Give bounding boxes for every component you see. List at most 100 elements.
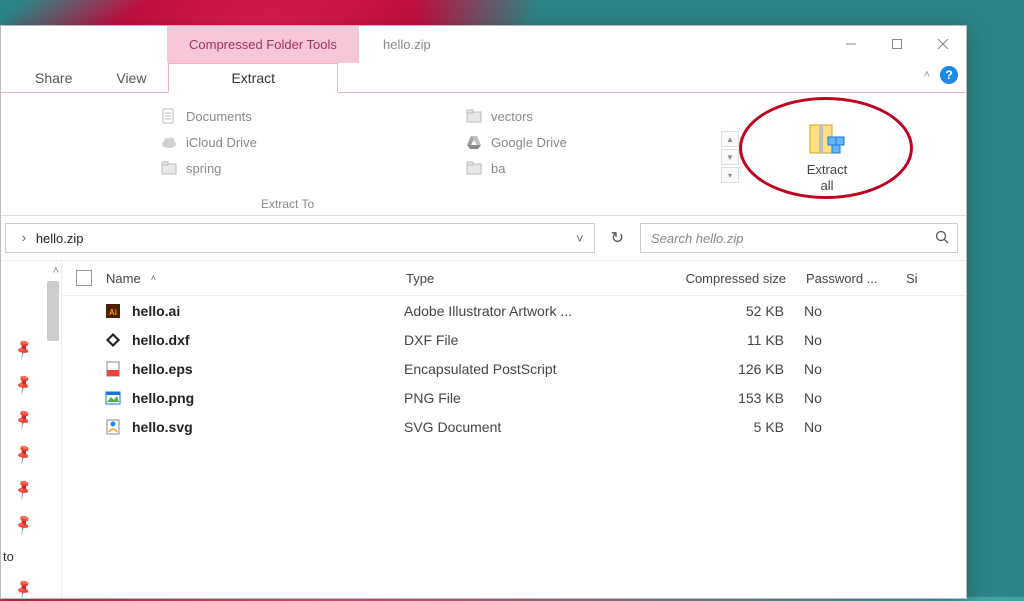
file-name: hello.eps xyxy=(132,361,404,377)
column-header-name[interactable]: Name˄ xyxy=(106,271,406,286)
help-button[interactable]: ? xyxy=(940,66,958,84)
gallery-scroll: ▲ ▼ ▾ xyxy=(721,99,739,215)
chevron-down-icon: ˅ xyxy=(576,231,584,246)
tab-view[interactable]: View xyxy=(94,64,168,92)
extract-all-label: Extractall xyxy=(807,162,847,193)
file-row[interactable]: hello.svgSVG Document5 KBNo xyxy=(62,412,966,441)
titlebar: Compressed Folder Tools hello.zip xyxy=(1,26,966,62)
svg-text:Ai: Ai xyxy=(109,308,117,317)
column-header-size[interactable]: Si xyxy=(906,271,966,286)
file-type: Encapsulated PostScript xyxy=(404,361,624,377)
file-compressed-size: 11 KB xyxy=(624,332,804,348)
nav-item-label: to xyxy=(3,549,14,564)
destination-label: ba xyxy=(491,161,505,176)
eps-file-icon xyxy=(104,360,122,378)
folder-icon xyxy=(465,159,483,177)
file-type: SVG Document xyxy=(404,419,624,435)
minimize-button[interactable] xyxy=(828,26,874,62)
close-button[interactable] xyxy=(920,26,966,62)
gallery-up-button[interactable]: ▲ xyxy=(721,131,739,147)
file-compressed-size: 153 KB xyxy=(624,390,804,406)
extract-destination-item[interactable]: Google Drive xyxy=(461,131,701,153)
file-compressed-size: 126 KB xyxy=(624,361,804,377)
maximize-button[interactable] xyxy=(874,26,920,62)
file-password: No xyxy=(804,303,904,319)
pin-icon: 📌 xyxy=(12,338,36,362)
file-compressed-size: 5 KB xyxy=(624,419,804,435)
file-row[interactable]: hello.dxfDXF File11 KBNo xyxy=(62,325,966,354)
destination-label: vectors xyxy=(491,109,533,124)
address-dropdown-button[interactable]: ˅ xyxy=(570,231,590,246)
doc-icon xyxy=(160,107,178,125)
ai-file-icon: Ai xyxy=(104,302,122,320)
extract-all-icon xyxy=(808,121,846,159)
file-type: DXF File xyxy=(404,332,624,348)
pin-icon: 📌 xyxy=(12,578,36,601)
content-area: ˄ 📌 📌 📌 📌 📌 📌 to 📌 Name˄ Type Compressed… xyxy=(1,261,966,598)
destination-label: iCloud Drive xyxy=(186,135,257,150)
destination-label: spring xyxy=(186,161,221,176)
dxf-file-icon xyxy=(104,331,122,349)
file-row[interactable]: Ai hello.aiAdobe Illustrator Artwork ...5… xyxy=(62,296,966,325)
destination-label: Documents xyxy=(186,109,252,124)
pin-icon: 📌 xyxy=(12,443,36,467)
more-icon: ▾ xyxy=(728,171,732,180)
file-row[interactable]: hello.epsEncapsulated PostScript126 KBNo xyxy=(62,354,966,383)
minimize-icon xyxy=(845,38,857,50)
destination-label: Google Drive xyxy=(491,135,567,150)
file-compressed-size: 52 KB xyxy=(624,303,804,319)
gallery-more-button[interactable]: ▾ xyxy=(721,167,739,183)
help-icon: ? xyxy=(945,68,952,82)
file-password: No xyxy=(804,390,904,406)
folder-icon xyxy=(465,107,483,125)
chevron-up-icon: ˄ xyxy=(924,69,930,81)
column-header-password[interactable]: Password ... xyxy=(806,271,906,286)
explorer-window: Compressed Folder Tools hello.zip Share … xyxy=(0,25,967,599)
ribbon-tabs: Share View Extract ˄ ? xyxy=(1,62,966,93)
refresh-button[interactable]: ↻ xyxy=(603,228,632,248)
extract-destination-item[interactable]: spring xyxy=(156,157,396,179)
extract-all-button[interactable]: Extractall xyxy=(801,117,853,197)
extract-destination-item[interactable]: Documents xyxy=(156,105,396,127)
search-icon xyxy=(935,230,949,247)
select-all-checkbox[interactable] xyxy=(76,270,92,286)
column-header-compressed-size[interactable]: Compressed size xyxy=(626,271,806,286)
scroll-up-icon: ˄ xyxy=(53,265,59,277)
file-name: hello.svg xyxy=(132,419,404,435)
tab-share[interactable]: Share xyxy=(13,64,94,92)
search-input[interactable] xyxy=(649,230,935,247)
png-file-icon xyxy=(104,389,122,407)
file-password: No xyxy=(804,332,904,348)
gallery-down-button[interactable]: ▼ xyxy=(721,149,739,165)
window-title: hello.zip xyxy=(383,26,431,62)
sort-ascending-icon: ˄ xyxy=(151,273,156,283)
pin-icon: 📌 xyxy=(12,513,36,537)
svg-file-icon xyxy=(104,418,122,436)
tab-extract[interactable]: Extract xyxy=(168,63,338,93)
folder-icon xyxy=(160,159,178,177)
context-tab-compressed-folder-tools[interactable]: Compressed Folder Tools xyxy=(167,26,359,63)
scrollbar-thumb[interactable] xyxy=(47,281,59,341)
refresh-icon: ↻ xyxy=(611,230,624,247)
extract-destination-item[interactable]: iCloud Drive xyxy=(156,131,396,153)
collapse-ribbon-button[interactable]: ˄ xyxy=(922,67,932,83)
pin-icon: 📌 xyxy=(12,478,36,502)
extract-destination-item[interactable]: ba xyxy=(461,157,701,179)
ribbon-group-label-extract-to: Extract To xyxy=(261,197,314,211)
address-path: hello.zip xyxy=(36,231,570,246)
file-row[interactable]: hello.pngPNG File153 KBNo xyxy=(62,383,966,412)
file-name: hello.png xyxy=(132,390,404,406)
extract-destination-item[interactable]: vectors xyxy=(461,105,701,127)
column-header-type[interactable]: Type xyxy=(406,271,626,286)
file-type: Adobe Illustrator Artwork ... xyxy=(404,303,624,319)
breadcrumb-chevron-icon: › xyxy=(20,231,28,246)
search-box[interactable] xyxy=(640,223,958,253)
ribbon-content: Documents iCloud Drive spring vectors Googl… xyxy=(1,93,966,216)
cloud-icon xyxy=(160,133,178,151)
navigation-pane[interactable]: ˄ 📌 📌 📌 📌 📌 📌 to 📌 xyxy=(1,261,62,598)
address-bar[interactable]: › hello.zip ˅ xyxy=(5,223,595,253)
file-type: PNG File xyxy=(404,390,624,406)
gdrive-icon xyxy=(465,133,483,151)
file-name: hello.ai xyxy=(132,303,404,319)
chevron-down-icon: ▼ xyxy=(726,153,734,162)
